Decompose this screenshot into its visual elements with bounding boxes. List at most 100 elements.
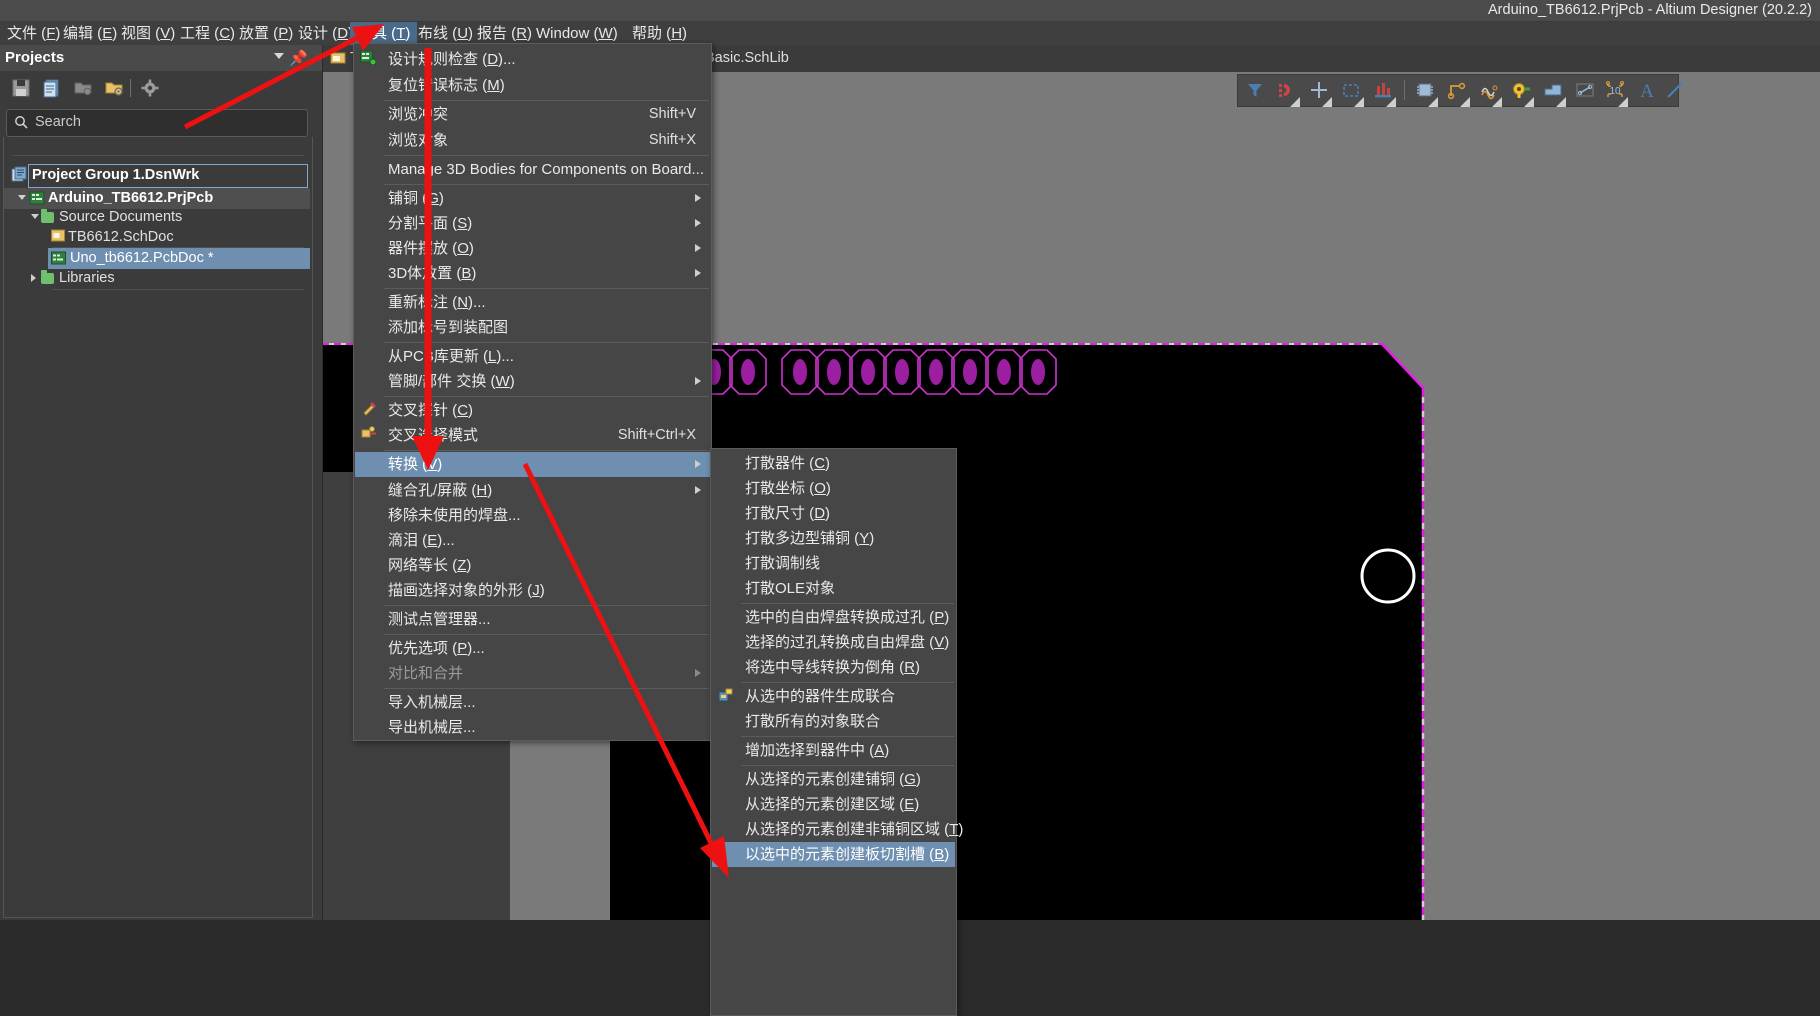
menu-view[interactable]: 视图 (V) [114, 22, 182, 45]
submenu-add-selected-to-component[interactable]: 增加选择到器件中 (A) [712, 738, 955, 763]
tree-item-workspace[interactable]: Project Group 1.DsnWrk [32, 166, 199, 185]
tree-item-project[interactable]: Arduino_TB6612.PrjPcb [48, 189, 213, 208]
tree-item-source-documents[interactable]: Source Documents [59, 208, 182, 227]
menu-separator [384, 342, 709, 343]
settings-gear-icon[interactable] [140, 78, 160, 98]
menuitem-cross-select-mode[interactable]: 交叉选择模式 Shift+Ctrl+X [355, 423, 710, 448]
menu-separator [384, 688, 709, 689]
menuitem-outline-selected-objects[interactable]: 描画选择对象的外形 (J) [355, 578, 710, 603]
menu-place[interactable]: 放置 (P) [232, 22, 300, 45]
menuitem-convert[interactable]: 转换 (V) [355, 452, 710, 477]
menuitem-add-designators[interactable]: 添加标号到装配图 [355, 315, 710, 340]
menuitem-teardrops[interactable]: 滴泪 (E)... [355, 528, 710, 553]
submenu-explode-dimension[interactable]: 打散尺寸 (D) [712, 501, 955, 526]
place-string-icon[interactable]: A [1636, 79, 1658, 101]
submenu-tracks-to-arcs[interactable]: 将选中导线转换为倒角 (R) [712, 655, 955, 680]
menuitem-net-equalize-length[interactable]: 网络等长 (Z) [355, 553, 710, 578]
submenu-create-polygon-from-selected[interactable]: 从选择的元素创建铺铜 (G) [712, 767, 955, 792]
search-placeholder: Search [35, 114, 81, 130]
toolbar-separator [1404, 80, 1405, 100]
chevron-right-icon [695, 194, 701, 202]
chevron-down-icon[interactable] [1492, 97, 1502, 107]
place-dimension-icon[interactable] [1574, 79, 1596, 101]
menu-separator [384, 605, 709, 606]
place-line-icon[interactable] [1664, 79, 1686, 101]
chevron-down-icon[interactable] [1354, 97, 1364, 107]
menuitem-cross-probe[interactable]: 交叉探针 (C) [355, 398, 710, 423]
chevron-down-icon[interactable] [274, 53, 284, 59]
open-project-icon[interactable] [73, 78, 93, 98]
chevron-down-icon[interactable] [1386, 97, 1396, 107]
submenu-create-board-cutout-from-selected[interactable]: 以选中的元素创建板切割槽 (B) [712, 842, 955, 867]
menu-window[interactable]: Window (W) [529, 22, 625, 45]
submenu-vias-to-free-pads[interactable]: 选择的过孔转换成自由焊盘 (V) [712, 630, 955, 655]
chevron-right-icon[interactable] [31, 274, 36, 282]
pin-icon[interactable]: 📌 [289, 49, 308, 67]
chevron-down-icon[interactable] [1618, 97, 1628, 107]
menuitem-design-rule-check[interactable]: 设计规则检查 (D)... [355, 47, 710, 72]
submenu-explode-polygon-pour[interactable]: 打散多边型铺铜 (Y) [712, 526, 955, 551]
submenu-create-region-from-selected[interactable]: 从选择的元素创建区域 (E) [712, 792, 955, 817]
menuitem-import-mechanical-layers[interactable]: 导入机械层... [355, 690, 710, 715]
project-options-icon[interactable] [104, 78, 124, 98]
pcb-tools-toolbar: 10 A [1237, 74, 1683, 107]
document-tab-1[interactable]: Basic.SchLib [705, 45, 789, 72]
submenu-explode-coordinate[interactable]: 打散坐标 (O) [712, 476, 955, 501]
menuitem-browse-violations[interactable]: 浏览冲突 Shift+V [355, 102, 710, 127]
tools-dropdown-menu[interactable]: 设计规则检查 (D)... 复位错误标志 (M) 浏览冲突 Shift+V 浏览对… [353, 43, 712, 741]
chevron-down-icon[interactable] [18, 195, 26, 200]
menuitem-split-planes[interactable]: 分割平面 (S) [355, 211, 710, 236]
projects-panel-header: Projects 📌 [0, 45, 322, 71]
pcb-doc-icon [51, 251, 66, 265]
tree-item-pcbdoc[interactable]: Uno_tb6612.PcbDoc * [70, 249, 214, 268]
menu-help[interactable]: 帮助 (H) [625, 22, 694, 45]
submenu-explode-tuning-line[interactable]: 打散调制线 [712, 551, 955, 576]
menuitem-reset-error-markers[interactable]: 复位错误标志 (M) [355, 73, 710, 98]
folder-icon [41, 209, 54, 223]
menu-separator [741, 736, 954, 737]
submenu-create-keepout-from-selected[interactable]: 从选择的元素创建非铺铜区域 (T) [712, 817, 963, 842]
submenu-free-pads-to-vias[interactable]: 选中的自由焊盘转换成过孔 (P) [712, 605, 955, 630]
chevron-down-icon[interactable] [1556, 97, 1566, 107]
menuitem-3d-body-placement[interactable]: 3D体放置 (B) [355, 261, 710, 286]
submenu-explode-component[interactable]: 打散器件 (C) [712, 451, 955, 476]
menu-bar: 文件 (F) 编辑 (E) 视图 (V) 工程 (C) 放置 (P) 设计 (D… [0, 22, 1820, 45]
menuitem-remove-unused-pads[interactable]: 移除未使用的焊盘... [355, 503, 710, 528]
submenu-explode-ole-object[interactable]: 打散OLE对象 [712, 576, 955, 601]
menuitem-pin-part-swapping[interactable]: 管脚/部件 交换 (W) [355, 369, 710, 394]
chevron-down-icon[interactable] [1428, 97, 1438, 107]
menuitem-export-mechanical-layers[interactable]: 导出机械层... [355, 715, 710, 740]
save-project-icon[interactable] [11, 78, 31, 98]
compile-icon[interactable] [42, 78, 62, 98]
menu-tools[interactable]: 工具 (T) [350, 22, 418, 45]
menuitem-update-from-pcb-lib[interactable]: 从PCB库更新 (L)... [355, 344, 710, 369]
menuitem-re-annotate[interactable]: 重新标注 (N)... [355, 290, 710, 315]
menuitem-stitching-shielding[interactable]: 缝合孔/屏蔽 (H) [355, 478, 710, 503]
menuitem-browse-objects[interactable]: 浏览对象 Shift+X [355, 128, 710, 153]
svg-text:A: A [1640, 81, 1654, 101]
convert-submenu[interactable]: 打散器件 (C) 打散坐标 (O) 打散尺寸 (D) 打散多边型铺铜 (Y) 打… [710, 448, 963, 1016]
filter-icon[interactable] [1244, 79, 1266, 101]
search-input[interactable]: Search [6, 109, 308, 137]
menuitem-component-placement[interactable]: 器件摆放 (O) [355, 236, 710, 261]
menuitem-preferences[interactable]: 优先选项 (P)... [355, 636, 710, 661]
projects-panel-toolbar [0, 71, 322, 105]
menuitem-testpoint-manager[interactable]: 测试点管理器... [355, 607, 710, 632]
chevron-down-icon[interactable] [1460, 97, 1470, 107]
tree-item-schdoc[interactable]: TB6612.SchDoc [68, 228, 174, 247]
menuitem-polygon-pours[interactable]: 铺铜 (G) [355, 186, 710, 211]
chevron-right-icon [695, 460, 701, 468]
chevron-down-icon[interactable] [31, 214, 39, 219]
menu-separator [384, 634, 709, 635]
submenu-break-all-unions[interactable]: 打散所有的对象联合 [712, 709, 955, 734]
tree-item-libraries[interactable]: Libraries [59, 269, 115, 288]
chevron-down-icon[interactable] [1322, 97, 1332, 107]
submenu-create-union-from-components[interactable]: 从选中的器件生成联合 [712, 684, 955, 709]
projects-tree[interactable]: Project Group 1.DsnWrk Arduino_TB6612.Pr… [3, 137, 313, 918]
menuitem-manage-3d-bodies[interactable]: Manage 3D Bodies for Components on Board… [355, 157, 710, 182]
chevron-down-icon[interactable] [1524, 97, 1534, 107]
chevron-down-icon[interactable] [1290, 97, 1300, 107]
menu-separator [741, 765, 954, 766]
chevron-right-icon [695, 377, 701, 385]
divider [12, 155, 304, 156]
